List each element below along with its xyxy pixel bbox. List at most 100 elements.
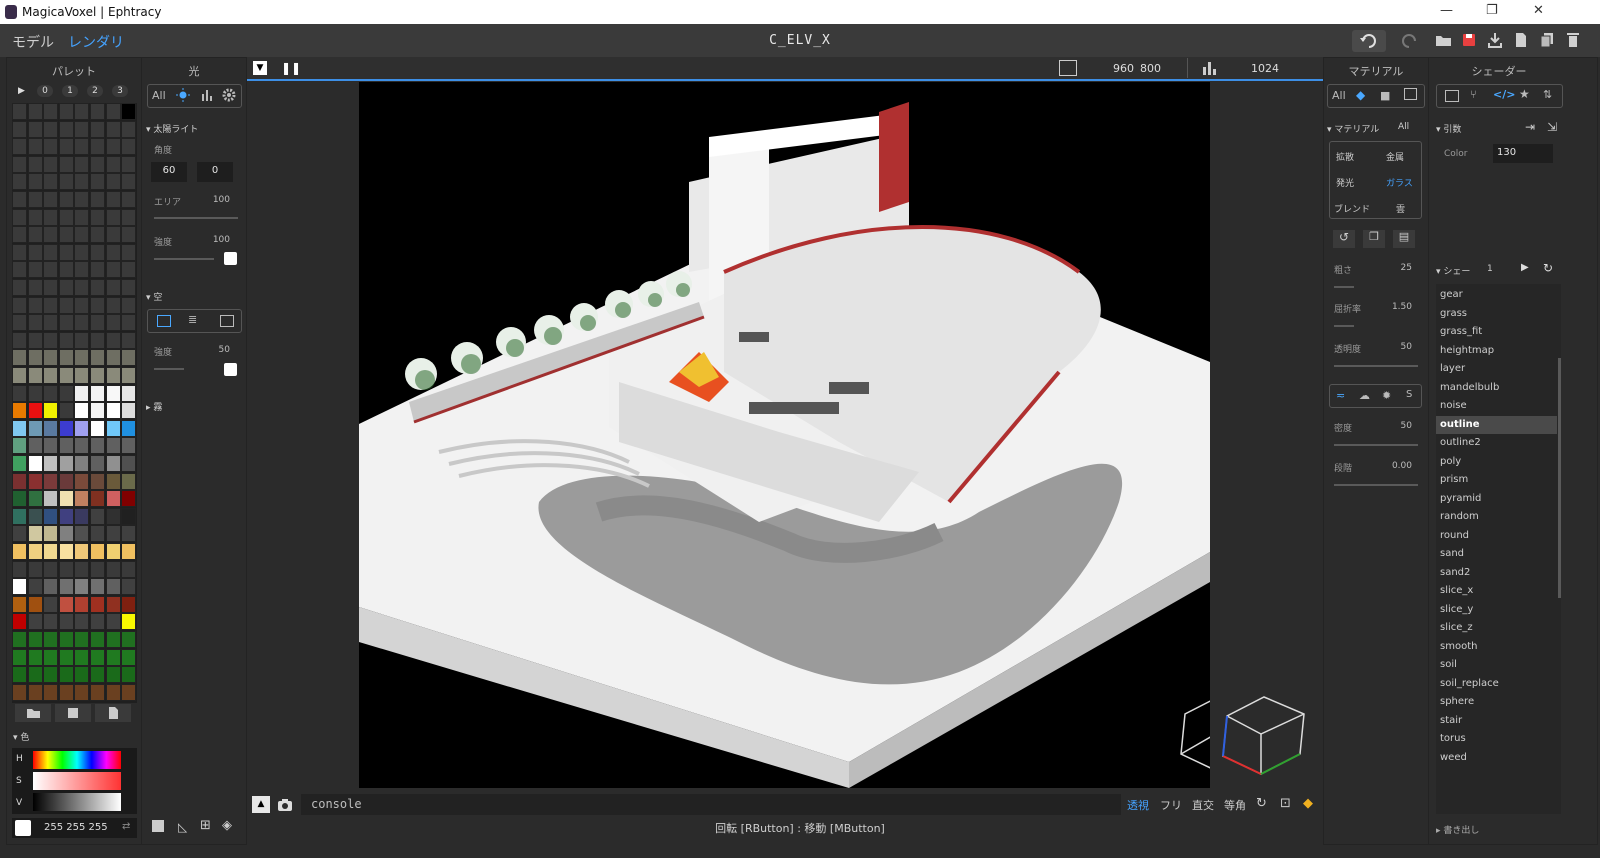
- palette-swatch[interactable]: [27, 279, 43, 296]
- palette-swatch[interactable]: [58, 648, 74, 666]
- palette-swatch[interactable]: [58, 490, 74, 508]
- palette-swatch[interactable]: [43, 543, 59, 560]
- camera-icon[interactable]: [276, 796, 294, 816]
- new-file-icon[interactable]: [1510, 30, 1532, 52]
- export-icon[interactable]: [1484, 30, 1506, 52]
- restore-icon[interactable]: ❐: [1486, 3, 1498, 18]
- palette-swatch[interactable]: [121, 367, 137, 384]
- palette-swatch[interactable]: [12, 455, 27, 472]
- palette-swatch[interactable]: [121, 419, 137, 437]
- shader-item-layer[interactable]: layer: [1436, 360, 1557, 379]
- palette-swatch[interactable]: [90, 437, 105, 455]
- palette-swatch[interactable]: [105, 595, 121, 613]
- saturation-slider[interactable]: [33, 772, 121, 790]
- palette-swatch[interactable]: [74, 155, 90, 173]
- sun-light-section[interactable]: ▾ 太陽ライト: [146, 122, 198, 135]
- palette-swatch[interactable]: [105, 507, 121, 525]
- palette-swatch[interactable]: [27, 631, 43, 648]
- color-arg-value[interactable]: 130: [1493, 144, 1553, 163]
- media-fog-icon[interactable]: ≂: [1336, 389, 1345, 402]
- palette-swatch[interactable]: [105, 455, 121, 472]
- palette-swatch[interactable]: [90, 683, 105, 701]
- shader-item-grass_fit[interactable]: grass_fit: [1436, 323, 1557, 342]
- frame-icon[interactable]: ⊡: [1280, 796, 1291, 811]
- palette-swatch[interactable]: [90, 243, 105, 261]
- palette-swatch[interactable]: [12, 138, 27, 156]
- phase-slider[interactable]: [1334, 484, 1418, 486]
- palette-swatch[interactable]: [121, 472, 137, 490]
- shader-item-outline2[interactable]: outline2: [1436, 434, 1557, 453]
- palette-swatch[interactable]: [74, 367, 90, 384]
- redo-button[interactable]: [1392, 30, 1426, 52]
- palette-swatch[interactable]: [74, 490, 90, 508]
- palette-swatch[interactable]: [105, 543, 121, 560]
- shader-item-random[interactable]: random: [1436, 508, 1557, 527]
- palette-swatch[interactable]: [12, 472, 27, 490]
- palette-swatch[interactable]: [12, 103, 27, 120]
- palette-swatch[interactable]: [43, 279, 59, 296]
- palette-swatch[interactable]: [27, 103, 43, 120]
- palette-swatch[interactable]: [90, 543, 105, 560]
- palette-swatch[interactable]: [43, 120, 59, 138]
- palette-swatch[interactable]: [74, 560, 90, 578]
- palette-swatch[interactable]: [12, 261, 27, 279]
- palette-swatch[interactable]: [74, 666, 90, 684]
- palette-swatch[interactable]: [121, 507, 137, 525]
- palette-swatch[interactable]: [90, 613, 105, 631]
- hue-slider[interactable]: [33, 751, 121, 769]
- palette-swatch[interactable]: [58, 631, 74, 648]
- palette-swatch[interactable]: [74, 208, 90, 226]
- undo-button[interactable]: [1352, 30, 1386, 52]
- palette-swatch[interactable]: [27, 349, 43, 367]
- palette-swatch[interactable]: [105, 578, 121, 596]
- palette-swatch[interactable]: [74, 419, 90, 437]
- palette-swatch[interactable]: [121, 648, 137, 666]
- material-camera-icon[interactable]: ■: [1380, 89, 1390, 102]
- palette-swatch[interactable]: [90, 296, 105, 314]
- sample-count[interactable]: 1024: [1251, 62, 1279, 75]
- palette-swatch[interactable]: [27, 507, 43, 525]
- palette-swatch[interactable]: [121, 666, 137, 684]
- shader-item-soil[interactable]: soil: [1436, 656, 1557, 675]
- palette-swatch[interactable]: [58, 103, 74, 120]
- palette-swatch[interactable]: [43, 507, 59, 525]
- palette-swatch[interactable]: [27, 578, 43, 596]
- palette-swatch[interactable]: [58, 683, 74, 701]
- palette-swatch[interactable]: [43, 666, 59, 684]
- palette-swatch[interactable]: [12, 613, 27, 631]
- palette-swatch[interactable]: [43, 402, 59, 420]
- pause-icon[interactable]: ❚❚: [281, 61, 301, 75]
- palette-swatch[interactable]: [27, 138, 43, 156]
- shader-list-count[interactable]: 1: [1487, 264, 1493, 274]
- material-image-icon[interactable]: [1404, 88, 1417, 100]
- palette-swatch[interactable]: [105, 419, 121, 437]
- palette-swatch[interactable]: [121, 243, 137, 261]
- palette-swatch[interactable]: [43, 455, 59, 472]
- reset-view-icon[interactable]: ↻: [1256, 796, 1267, 811]
- palette-swatch[interactable]: [12, 331, 27, 349]
- palette-grid[interactable]: [12, 103, 137, 703]
- angle-field-2[interactable]: 0: [197, 162, 233, 182]
- palette-swatch[interactable]: [27, 402, 43, 420]
- shader-list-scrollbar[interactable]: [1558, 358, 1561, 598]
- palette-swatch[interactable]: [43, 103, 59, 120]
- palette-swatch[interactable]: [12, 384, 27, 402]
- palette-swatch[interactable]: [12, 173, 27, 191]
- palette-swatch[interactable]: [12, 243, 27, 261]
- palette-swatch[interactable]: [27, 648, 43, 666]
- shader-folder-icon[interactable]: [1445, 90, 1459, 102]
- palette-swatch[interactable]: [74, 472, 90, 490]
- shader-sort-icon[interactable]: ⇅: [1543, 88, 1552, 101]
- material-type-glass[interactable]: ガラス: [1386, 176, 1413, 189]
- palette-swatch[interactable]: [121, 455, 137, 472]
- palette-swatch[interactable]: [74, 683, 90, 701]
- palette-swatch[interactable]: [12, 314, 27, 332]
- shader-play-icon[interactable]: ▶: [1521, 262, 1529, 273]
- palette-swatch[interactable]: [74, 648, 90, 666]
- palette-swatch[interactable]: [43, 226, 59, 244]
- palette-swatch[interactable]: [58, 437, 74, 455]
- palette-swatch[interactable]: [12, 296, 27, 314]
- palette-swatch[interactable]: [43, 138, 59, 156]
- palette-swatch[interactable]: [12, 666, 27, 684]
- palette-swatch[interactable]: [90, 384, 105, 402]
